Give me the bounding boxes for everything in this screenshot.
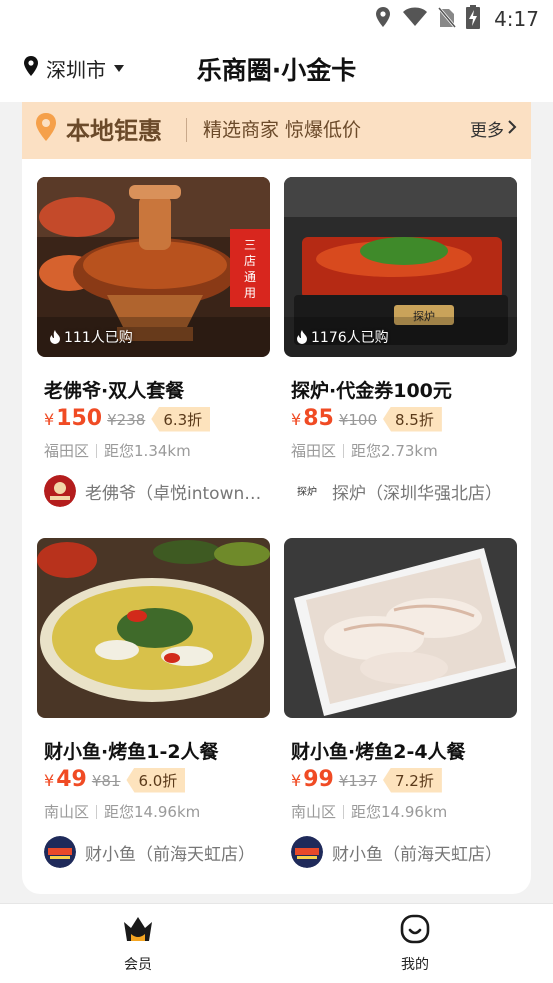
district: 南山区	[44, 803, 90, 821]
promo-pin-icon	[34, 112, 58, 146]
location-icon	[374, 6, 392, 32]
nav-bar: 深圳市 乐商圈·小金卡	[0, 40, 553, 102]
fire-icon	[49, 330, 61, 344]
deal-price: 85	[303, 406, 334, 431]
deal-card[interactable]: 财小鱼·烤鱼2-4人餐 ¥ 99 ¥137 7.2折 南山区 距您14.96km…	[284, 538, 517, 878]
sold-count: 1176人已购	[296, 327, 389, 347]
deal-title: 财小鱼·烤鱼2-4人餐	[291, 741, 466, 763]
promo-divider	[186, 118, 187, 142]
more-link[interactable]: 更多	[470, 116, 517, 141]
price-row: ¥ 49 ¥81 6.0折	[44, 767, 186, 793]
status-icons: 4:17	[374, 5, 539, 33]
distance: 距您14.96km	[104, 803, 201, 821]
deal-price: 49	[56, 767, 87, 792]
deal-image: 探炉 1176人已购	[284, 177, 517, 357]
deal-meta: 福田区 距您1.34km	[44, 440, 191, 461]
deal-card[interactable]: 财小鱼·烤鱼1-2人餐 ¥ 49 ¥81 6.0折 南山区 距您14.96km …	[37, 538, 270, 878]
merchant-name: 老佛爷（卓悦intown…	[85, 483, 262, 504]
distance: 距您14.96km	[351, 803, 448, 821]
original-price: ¥238	[107, 411, 146, 429]
promo-subtitle: 精选商家 惊爆低价	[203, 119, 362, 141]
page-title: 乐商圈·小金卡	[196, 56, 357, 85]
svg-text:探炉: 探炉	[297, 485, 317, 498]
deal-image	[37, 538, 270, 718]
tab-mine[interactable]: 我的	[375, 914, 455, 974]
battery-charging-icon	[466, 5, 481, 33]
chevron-right-icon	[508, 119, 517, 139]
deal-meta: 南山区 距您14.96km	[291, 801, 447, 822]
merchant-row[interactable]: 探炉 探炉（深圳华强北店）	[291, 475, 502, 507]
district: 福田区	[44, 442, 90, 460]
merchant-row[interactable]: 财小鱼（前海天虹店）	[291, 836, 502, 868]
merchant-logo	[44, 836, 76, 868]
deal-title: 财小鱼·烤鱼1-2人餐	[44, 741, 219, 763]
deal-price: 99	[303, 767, 334, 792]
deal-image	[284, 538, 517, 718]
district: 福田区	[291, 442, 337, 460]
badge-text-4: 用	[244, 286, 256, 300]
currency-symbol: ¥	[291, 771, 302, 790]
more-label: 更多	[470, 121, 504, 141]
status-time: 4:17	[494, 7, 539, 31]
discount-tag: 6.3折	[151, 406, 211, 432]
discount-tag: 7.2折	[383, 767, 442, 793]
smile-icon	[400, 914, 430, 948]
badge-text-3: 通	[244, 270, 256, 284]
deal-card[interactable]: 探炉 1176人已购 探炉·代金券100元 ¥ 85 ¥100 8.5折 福田区…	[284, 177, 517, 517]
tab-label: 我的	[401, 957, 429, 973]
tab-label: 会员	[124, 957, 152, 973]
merchant-name: 探炉（深圳华强北店）	[332, 483, 502, 504]
merchant-logo	[291, 836, 323, 868]
price-row: ¥ 150 ¥238 6.3折	[44, 406, 211, 432]
deal-title: 老佛爷·双人套餐	[44, 380, 185, 402]
badge-text-1: 三	[244, 238, 256, 252]
original-price: ¥137	[338, 772, 377, 790]
status-bar: 4:17	[0, 0, 553, 40]
deal-meta: 南山区 距您14.96km	[44, 801, 200, 822]
distance: 距您2.73km	[351, 442, 438, 460]
deal-title: 探炉·代金券100元	[291, 380, 452, 402]
merchant-logo: 探炉	[291, 475, 323, 507]
meta-divider	[96, 443, 98, 458]
original-price: ¥100	[338, 411, 377, 429]
deal-price: 150	[56, 406, 103, 431]
wifi-icon	[402, 7, 428, 31]
price-row: ¥ 85 ¥100 8.5折	[291, 406, 442, 432]
crown-icon	[122, 914, 154, 948]
original-price: ¥81	[91, 772, 121, 790]
promo-banner: 本地钜惠 精选商家 惊爆低价 更多	[22, 102, 531, 159]
price-row: ¥ 99 ¥137 7.2折	[291, 767, 442, 793]
discount-tag: 8.5折	[383, 406, 442, 432]
currency-symbol: ¥	[44, 410, 55, 429]
promo-title: 本地钜惠	[66, 117, 162, 145]
currency-symbol: ¥	[291, 410, 302, 429]
meta-divider	[343, 443, 345, 458]
local-deals-card: 本地钜惠 精选商家 惊爆低价 更多 三 店 通 用 111人已购 老佛爷·双人套…	[22, 102, 531, 894]
badge-text-2: 店	[244, 254, 256, 268]
deal-card[interactable]: 三 店 通 用 111人已购 老佛爷·双人套餐 ¥ 150 ¥238 6.3折 …	[37, 177, 270, 517]
merchant-name: 财小鱼（前海天虹店）	[332, 844, 502, 865]
tab-member[interactable]: 会员	[98, 914, 178, 974]
sold-count: 111人已购	[49, 327, 133, 347]
merchant-logo	[44, 475, 76, 507]
district: 南山区	[291, 803, 337, 821]
meta-divider	[96, 804, 98, 819]
meta-divider	[343, 804, 345, 819]
no-sim-icon	[437, 6, 457, 32]
discount-tag: 6.0折	[126, 767, 186, 793]
deal-meta: 福田区 距您2.73km	[291, 440, 438, 461]
merchant-row[interactable]: 老佛爷（卓悦intown…	[44, 475, 261, 507]
merchant-name: 财小鱼（前海天虹店）	[85, 844, 255, 865]
fire-icon	[296, 330, 308, 344]
currency-symbol: ¥	[44, 771, 55, 790]
deal-image: 三 店 通 用 111人已购	[37, 177, 270, 357]
bottom-tab-bar: 会员 我的	[0, 903, 553, 983]
distance: 距您1.34km	[104, 442, 191, 460]
merchant-row[interactable]: 财小鱼（前海天虹店）	[44, 836, 255, 868]
